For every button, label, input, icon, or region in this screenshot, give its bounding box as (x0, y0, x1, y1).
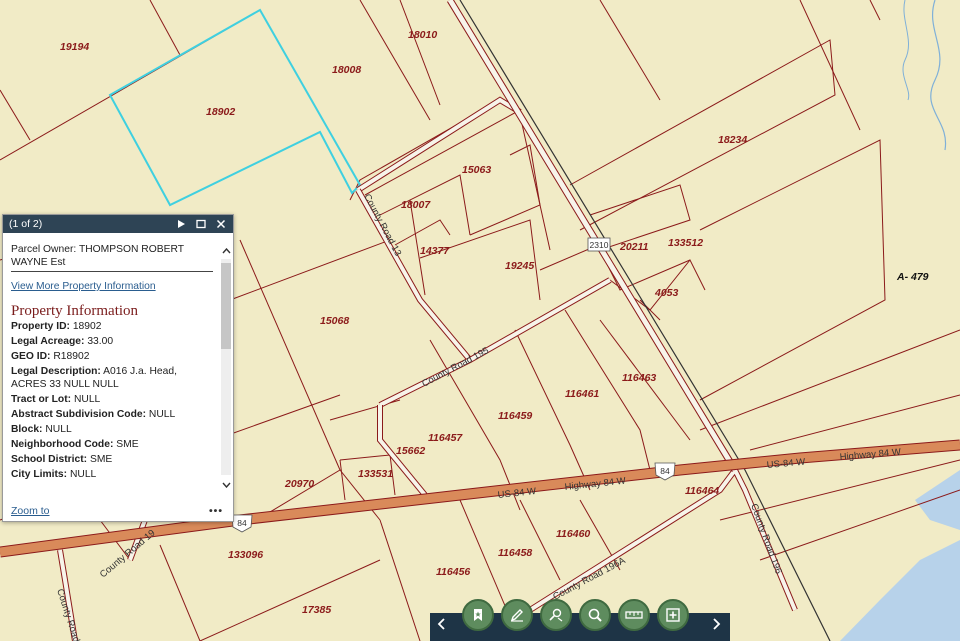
popup-footer: Zoom to ••• (3, 501, 233, 521)
parcel-label: 20970 (284, 478, 314, 490)
field-block: Block: NULL (11, 424, 72, 435)
parcel-label: 17385 (302, 604, 331, 616)
parcel-label: 20211 (619, 241, 649, 253)
field-school-district: School District: SME (11, 454, 113, 465)
svg-text:2310: 2310 (590, 240, 609, 250)
parcel-label: 116461 (565, 388, 599, 400)
chevron-left-icon[interactable] (432, 617, 452, 633)
close-icon[interactable] (213, 216, 229, 232)
field-property-id: Property ID: 18902 (11, 321, 102, 332)
maximize-icon[interactable] (193, 216, 209, 232)
popup-scrollbar[interactable] (219, 245, 231, 489)
field-legal-description: Legal Description: A016 J.a. Head, ACRES… (11, 366, 177, 390)
parcel-label: 116460 (556, 528, 590, 540)
parcel-label: 14377 (420, 245, 450, 257)
parcel-label: 116463 (622, 372, 656, 384)
parcel-label: 18902 (206, 106, 235, 118)
scroll-thumb[interactable] (221, 263, 231, 349)
more-actions-icon[interactable]: ••• (209, 505, 223, 517)
owner-label: Parcel Owner: (11, 244, 77, 255)
parcel-label: 19245 (505, 260, 534, 272)
parcel-label: 15068 (320, 315, 349, 327)
popup-counter: (1 of 2) (9, 218, 43, 230)
draw-icon[interactable] (501, 599, 533, 631)
parcel-label: 18010 (408, 29, 437, 41)
parcel-label: 18234 (718, 134, 747, 146)
parcel-label: 15063 (462, 164, 491, 176)
parcel-popup: (1 of 2) Parcel Owner: THOMPSON ROBERT W… (2, 214, 234, 522)
parcel-label: 18008 (332, 64, 361, 76)
parcel-label: 15662 (396, 445, 425, 457)
field-legal-acreage: Legal Acreage: 33.00 (11, 336, 114, 347)
parcel-label: 116459 (498, 410, 532, 422)
field-tract-or-lot: Tract or Lot: NULL (11, 394, 101, 405)
parcel-label: 133531 (358, 468, 393, 480)
measure-icon[interactable] (540, 599, 572, 631)
field-neighborhood-code: Neighborhood Code: SME (11, 439, 139, 450)
parcel-label: 133096 (228, 549, 263, 561)
scroll-down-icon[interactable] (220, 479, 232, 491)
add-data-icon[interactable] (657, 599, 689, 631)
popup-header: (1 of 2) (3, 215, 233, 233)
parcel-label: 19194 (60, 41, 89, 53)
section-title: Property Information (11, 303, 139, 319)
scale-icon[interactable] (618, 599, 650, 631)
abstract-label: A- 479 (896, 271, 929, 283)
zoom-to-link[interactable]: Zoom to (11, 505, 50, 517)
field-geo-id: GEO ID: R18902 (11, 351, 90, 362)
bookmark-icon[interactable] (462, 599, 494, 631)
parcel-label: 133512 (668, 237, 703, 249)
parcel-label: 18007 (401, 199, 431, 211)
search-icon[interactable] (579, 599, 611, 631)
parcel-label: 116457 (428, 432, 463, 444)
field-city-limits: City Limits: NULL (11, 469, 97, 480)
parcel-label: 116456 (436, 566, 470, 578)
next-feature-icon[interactable] (173, 216, 189, 232)
view-more-link[interactable]: View More Property Information (11, 280, 213, 293)
scroll-up-icon[interactable] (220, 245, 232, 257)
field-abstract-subdivision: Abstract Subdivision Code: NULL (11, 409, 176, 420)
shield-2310: 2310 (587, 237, 611, 252)
chevron-right-icon[interactable] (706, 617, 726, 633)
svg-text:84: 84 (660, 466, 670, 476)
parcel-label: 4053 (654, 287, 679, 299)
parcel-label: 116458 (498, 547, 532, 559)
svg-text:84: 84 (237, 518, 247, 528)
widget-toolbar (430, 599, 730, 641)
popup-content: Parcel Owner: THOMPSON ROBERT WAYNE Est … (3, 233, 221, 503)
parcel-label: 116464 (685, 485, 719, 497)
parcel-owner: Parcel Owner: THOMPSON ROBERT WAYNE Est (11, 243, 213, 272)
